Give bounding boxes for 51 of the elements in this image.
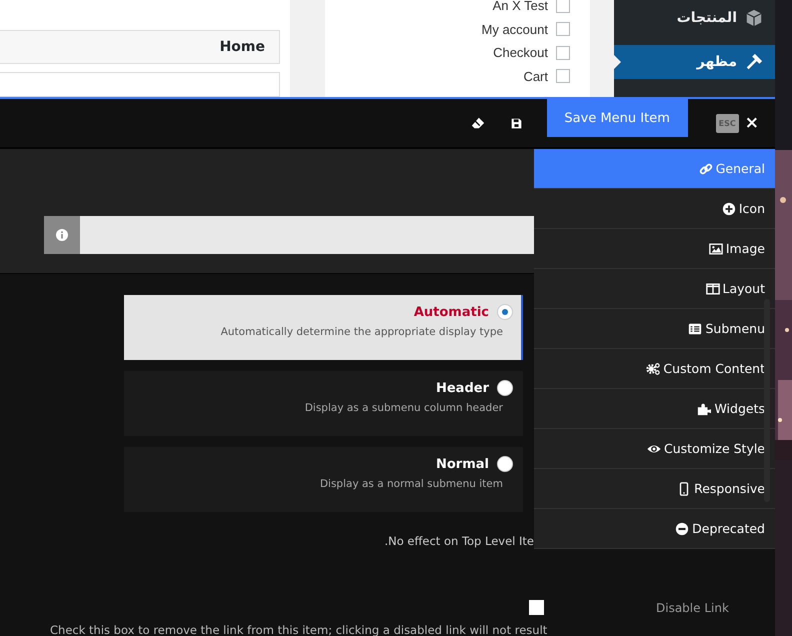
close-button[interactable]: ×: [744, 113, 759, 133]
settings-tab[interactable]: Responsive: [534, 469, 775, 509]
checkbox[interactable]: [556, 0, 570, 13]
checkbox[interactable]: [556, 22, 570, 36]
admin-menu-item[interactable]: المنتجات: [614, 1, 775, 35]
radio-button[interactable]: [497, 380, 513, 396]
settings-tab[interactable]: Submenu: [534, 309, 775, 349]
active-pointer-icon: [614, 55, 621, 69]
gears-icon: [646, 362, 660, 376]
image-icon: [708, 242, 723, 256]
settings-tab[interactable]: Custom Content: [534, 349, 775, 389]
display-option[interactable]: Automatic Automatically determine the appropriate display type: [124, 295, 523, 360]
checkbox[interactable]: [556, 46, 570, 60]
page-label: An X Test: [492, 0, 548, 14]
option-description: Display as a submenu column header: [304, 402, 504, 414]
hammer-icon: [745, 53, 763, 71]
disable-link-label: Disable Link: [656, 600, 729, 614]
esc-key-badge: ESC: [716, 114, 739, 132]
checkbox[interactable]: [556, 69, 570, 84]
checkbox[interactable]: [529, 600, 544, 615]
menu-item-bar[interactable]: Home: [0, 30, 280, 64]
option-title: Normal: [436, 456, 489, 472]
info-icon: [56, 229, 68, 241]
page-label: Cart: [523, 68, 548, 84]
page-label: My account: [482, 22, 548, 37]
page-label: Checkout: [493, 45, 548, 60]
link-icon: [698, 162, 713, 176]
columns-icon: [706, 282, 720, 296]
note-text: .No effect on Top Level Ite: [383, 534, 534, 548]
option-description: Automatically determine the appropriate display type: [220, 326, 504, 338]
save-menu-item-button[interactable]: Save Menu Item: [546, 99, 688, 137]
plus-circle-icon: [722, 202, 736, 216]
radio-button[interactable]: [497, 304, 513, 320]
cube-icon: [745, 9, 763, 27]
option-title: Automatic: [414, 304, 489, 320]
settings-tab[interactable]: Customize Style: [534, 429, 775, 469]
list-icon: [688, 322, 702, 336]
minus-circle-icon: [675, 522, 690, 536]
settings-tab[interactable]: General: [534, 149, 775, 189]
save-icon[interactable]: [510, 118, 522, 128]
option-description: Display as a normal submenu item: [320, 478, 504, 490]
display-option[interactable]: Header Display as a submenu column header: [124, 371, 523, 436]
admin-menu-item[interactable]: مظهر: [614, 45, 775, 79]
option-title: Header: [436, 380, 489, 396]
settings-tab[interactable]: Widgets: [534, 389, 775, 429]
puzzle-icon: [697, 402, 712, 416]
input-field[interactable]: [44, 216, 534, 254]
display-option[interactable]: Normal Display as a normal submenu item: [124, 447, 523, 512]
radio-button[interactable]: [497, 456, 513, 472]
settings-tab[interactable]: Deprecated: [534, 509, 775, 549]
eraser-icon[interactable]: [470, 116, 485, 130]
